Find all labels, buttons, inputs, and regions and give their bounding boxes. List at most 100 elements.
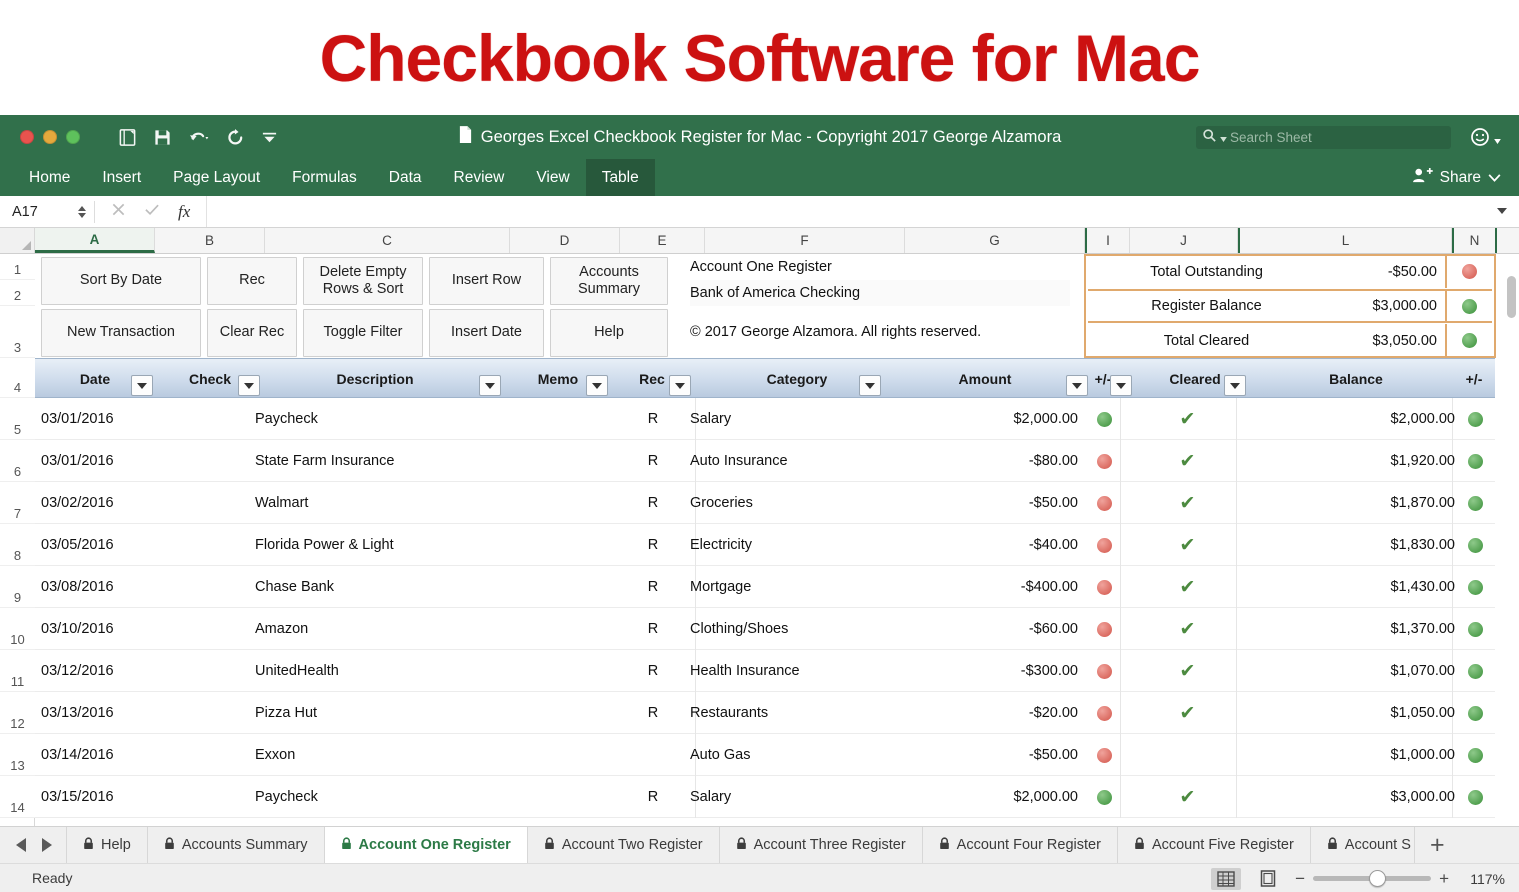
cell-rec[interactable]: R <box>613 482 693 524</box>
table-row[interactable]: 03/13/2016 Pizza Hut R Restaurants -$20.00 $1… <box>35 692 1495 734</box>
help-button[interactable]: Help <box>550 309 668 357</box>
cell-balance[interactable]: $1,920.00 <box>1235 440 1455 482</box>
smiley-icon[interactable] <box>1470 127 1490 152</box>
cell-amount[interactable]: $2,000.00 <box>873 398 1078 440</box>
column-header-c[interactable]: C <box>265 228 510 253</box>
cell-date[interactable]: 03/12/2016 <box>41 650 151 692</box>
customize-toolbar-chevron-icon[interactable] <box>261 129 278 146</box>
cell-memo[interactable] <box>513 482 613 524</box>
cell-description[interactable]: Walmart <box>255 482 505 524</box>
cell-cleared[interactable]: ✔ <box>1135 692 1240 734</box>
ribbon-tab-formulas[interactable]: Formulas <box>276 159 373 196</box>
sheet-tab-account-six-register[interactable]: Account S <box>1309 827 1414 863</box>
cell-balance[interactable]: $1,370.00 <box>1235 608 1455 650</box>
filter-button-memo[interactable] <box>586 375 608 396</box>
cell-balance[interactable]: $1,050.00 <box>1235 692 1455 734</box>
cell-cleared[interactable]: ✔ <box>1135 566 1240 608</box>
redo-icon[interactable] <box>226 128 245 147</box>
new-transaction-button[interactable]: New Transaction <box>41 309 201 357</box>
cell-date[interactable]: 03/01/2016 <box>41 398 151 440</box>
cell-cleared[interactable]: ✔ <box>1135 440 1240 482</box>
row-header-6[interactable]: 6 <box>0 440 35 482</box>
cell-rec[interactable]: R <box>613 398 693 440</box>
zoom-in-button[interactable]: + <box>1439 870 1449 887</box>
cell-rec[interactable]: R <box>613 650 693 692</box>
column-header-l[interactable]: L <box>1238 228 1452 253</box>
ribbon-tab-review[interactable]: Review <box>438 159 521 196</box>
cell-amount[interactable]: -$50.00 <box>873 482 1078 524</box>
minimize-button[interactable] <box>43 130 57 144</box>
cell-memo[interactable] <box>513 650 613 692</box>
column-header-g[interactable]: G <box>905 228 1085 253</box>
row-header-10[interactable]: 10 <box>0 608 35 650</box>
row-header-12[interactable]: 12 <box>0 692 35 734</box>
cell-balance[interactable]: $2,000.00 <box>1235 398 1455 440</box>
cell-memo[interactable] <box>513 608 613 650</box>
cell-rec[interactable]: R <box>613 692 693 734</box>
row-header-9[interactable]: 9 <box>0 566 35 608</box>
sheet-tab-account-five-register[interactable]: Account Five Register <box>1116 827 1310 863</box>
rec-button[interactable]: Rec <box>207 257 297 305</box>
cell-memo[interactable] <box>513 440 613 482</box>
search-dropdown-chevron-icon[interactable] <box>1220 129 1227 147</box>
cell-description[interactable]: State Farm Insurance <box>255 440 505 482</box>
row-header-3[interactable]: 3 <box>0 306 35 358</box>
cell-amount[interactable]: -$80.00 <box>873 440 1078 482</box>
previous-sheet-arrow-icon[interactable] <box>16 838 26 852</box>
table-row[interactable]: 03/10/2016 Amazon R Clothing/Shoes -$60.00 $1… <box>35 608 1495 650</box>
cell-category[interactable]: Auto Insurance <box>690 440 890 482</box>
cell-date[interactable]: 03/14/2016 <box>41 734 151 776</box>
cell-check[interactable] <box>160 776 270 818</box>
cell-date[interactable]: 03/01/2016 <box>41 440 151 482</box>
accept-entry-icon[interactable] <box>144 202 160 222</box>
column-header-b[interactable]: B <box>155 228 265 253</box>
cell-date[interactable]: 03/10/2016 <box>41 608 151 650</box>
vertical-scrollbar-thumb[interactable] <box>1507 276 1516 318</box>
cell-rec[interactable]: R <box>613 608 693 650</box>
row-header-2[interactable]: 2 <box>0 280 35 306</box>
select-all-corner[interactable] <box>0 228 35 253</box>
cell-description[interactable]: Pizza Hut <box>255 692 505 734</box>
cell-memo[interactable] <box>513 692 613 734</box>
cell-amount[interactable]: $2,000.00 <box>873 776 1078 818</box>
sheet-tab-help[interactable]: Help <box>66 827 147 863</box>
save-icon[interactable] <box>153 128 172 147</box>
next-sheet-arrow-icon[interactable] <box>42 838 52 852</box>
add-sheet-button[interactable]: + <box>1413 827 1460 863</box>
zoom-track[interactable] <box>1313 870 1432 887</box>
ribbon-tab-insert[interactable]: Insert <box>86 159 157 196</box>
cell-rec[interactable]: R <box>613 566 693 608</box>
cell-description[interactable]: Amazon <box>255 608 505 650</box>
filter-button-category[interactable] <box>859 375 881 396</box>
cell-cleared[interactable] <box>1135 734 1240 776</box>
cell-description[interactable]: Exxon <box>255 734 505 776</box>
smiley-chevron-down-icon[interactable] <box>1494 131 1501 149</box>
table-row[interactable]: 03/05/2016 Florida Power & Light R Electric… <box>35 524 1495 566</box>
row-header-11[interactable]: 11 <box>0 650 35 692</box>
column-header-n[interactable]: N <box>1452 228 1497 253</box>
cell-rec[interactable]: R <box>613 776 693 818</box>
search-sheet-box[interactable]: Search Sheet <box>1196 126 1451 149</box>
cell-description[interactable]: Paycheck <box>255 398 505 440</box>
normal-view-button[interactable] <box>1211 867 1242 890</box>
cell-balance[interactable]: $1,430.00 <box>1235 566 1455 608</box>
ribbon-tab-table[interactable]: Table <box>585 159 655 196</box>
cell-rec[interactable]: R <box>613 524 693 566</box>
cell-category[interactable]: Auto Gas <box>690 734 890 776</box>
cell-memo[interactable] <box>513 398 613 440</box>
sheet-tab-account-one-register[interactable]: Account One Register <box>323 827 527 863</box>
cell-category[interactable]: Electricity <box>690 524 890 566</box>
column-header-d[interactable]: D <box>510 228 620 253</box>
cell-cleared[interactable]: ✔ <box>1135 524 1240 566</box>
cell-date[interactable]: 03/13/2016 <box>41 692 151 734</box>
name-box-spinner[interactable] <box>78 205 86 218</box>
cell-check[interactable] <box>160 608 270 650</box>
feedback-smiley-group[interactable] <box>1470 127 1501 152</box>
filter-button-amount-sign[interactable] <box>1110 375 1132 396</box>
cell-category[interactable]: Groceries <box>690 482 890 524</box>
row-header-1[interactable]: 1 <box>0 254 35 280</box>
ribbon-tab-data[interactable]: Data <box>373 159 438 196</box>
cell-check[interactable] <box>160 482 270 524</box>
filter-button-description[interactable] <box>479 375 501 396</box>
row-header-14[interactable]: 14 <box>0 776 35 818</box>
